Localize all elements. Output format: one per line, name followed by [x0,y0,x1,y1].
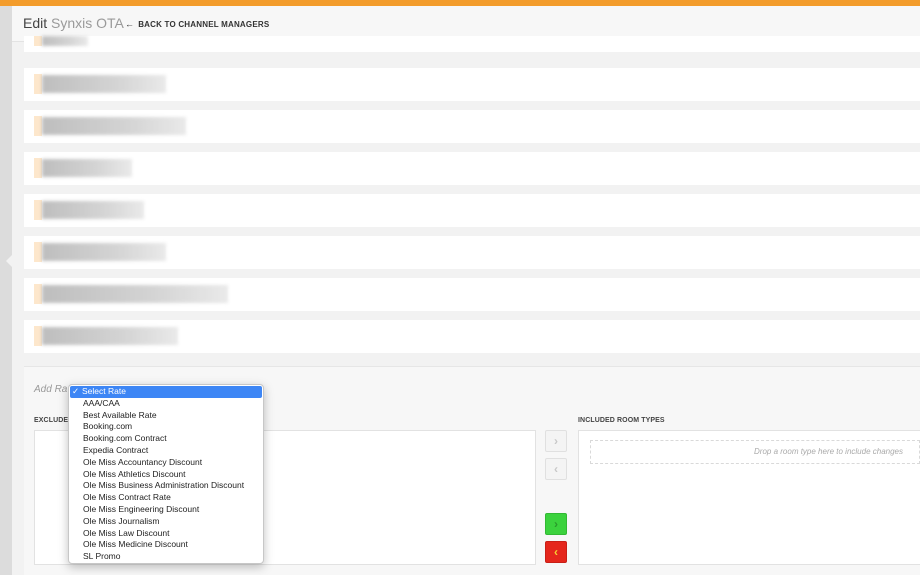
rate-option[interactable]: Ole Miss Engineering Discount [69,504,263,516]
rate-option[interactable]: Expedia Contract [69,445,263,457]
rate-row[interactable] [24,152,920,185]
rate-option[interactable]: Ole Miss Business Administration Discoun… [69,480,263,492]
rate-option[interactable]: Booking.com [69,421,263,433]
move-right-button[interactable]: › [545,430,567,452]
exclude-all-button[interactable]: ‹ [545,541,567,563]
chevron-left-icon: ‹ [554,462,558,476]
move-left-button[interactable]: ‹ [545,458,567,480]
page-title: Edit Synxis OTA [23,15,124,31]
room-type-drop-zone[interactable]: Drop a room type here to include changes [590,440,920,464]
chevron-right-icon: › [554,434,558,448]
chevron-right-icon: › [554,517,558,531]
rate-row[interactable] [24,110,920,143]
rate-row[interactable] [24,320,920,353]
rate-option[interactable]: Ole Miss Medicine Discount [69,539,263,551]
rate-row-label-redacted [42,243,166,261]
select-rate-dropdown[interactable]: ✓ Select Rate AAA/CAA Best Available Rate… [68,384,264,564]
rate-row-accent [34,326,42,346]
back-to-channel-managers-link[interactable]: ← BACK TO CHANNEL MANAGERS [125,19,269,29]
rate-option[interactable]: Booking.com Contract [69,433,263,445]
rate-row[interactable] [24,194,920,227]
page-title-prefix: Edit [23,15,48,31]
rate-row-accent [34,242,42,262]
rate-row-accent [34,200,42,220]
rate-option[interactable]: Ole Miss Law Discount [69,528,263,540]
rate-row-label-redacted [42,117,186,135]
rate-row[interactable] [24,236,920,269]
arrow-left-icon: ← [125,19,135,29]
rate-row-accent [34,36,42,46]
included-room-types-label: INCLUDED ROOM TYPES [578,417,665,424]
rate-row-label-redacted [42,75,166,93]
collapse-notch-icon[interactable] [6,254,13,268]
back-link-label: BACK TO CHANNEL MANAGERS [138,20,270,29]
checkmark-icon: ✓ [72,386,80,396]
rate-row-label-redacted [42,327,178,345]
rate-option[interactable]: Ole Miss Contract Rate [69,492,263,504]
chevron-left-icon: ‹ [554,545,558,559]
channel-name: Synxis OTA [51,15,124,31]
rate-row-accent [34,284,42,304]
add-rate-label: Add Ra [34,384,68,395]
rate-row[interactable] [24,68,920,101]
rate-row-label-redacted [42,36,88,46]
rate-option[interactable]: Ole Miss Athletics Discount [69,469,263,481]
rate-option[interactable]: SL Promo [69,551,263,563]
include-all-button[interactable]: › [545,513,567,535]
rate-row-accent [34,158,42,178]
left-sidebar-rail[interactable] [0,6,13,575]
rate-row-label-redacted [42,285,228,303]
rate-option-select-rate[interactable]: ✓ Select Rate [70,386,262,398]
rate-row-accent [34,116,42,136]
rate-option[interactable]: Best Available Rate [69,410,263,422]
rate-option[interactable]: Ole Miss Accountancy Discount [69,457,263,469]
rate-row[interactable] [24,278,920,311]
rate-option[interactable]: AAA/CAA [69,398,263,410]
rate-option[interactable]: Ole Miss Journalism [69,516,263,528]
rate-row-accent [34,74,42,94]
rate-row-label-redacted [42,159,132,177]
rate-row-label-redacted [42,201,144,219]
rate-row[interactable] [24,36,920,52]
